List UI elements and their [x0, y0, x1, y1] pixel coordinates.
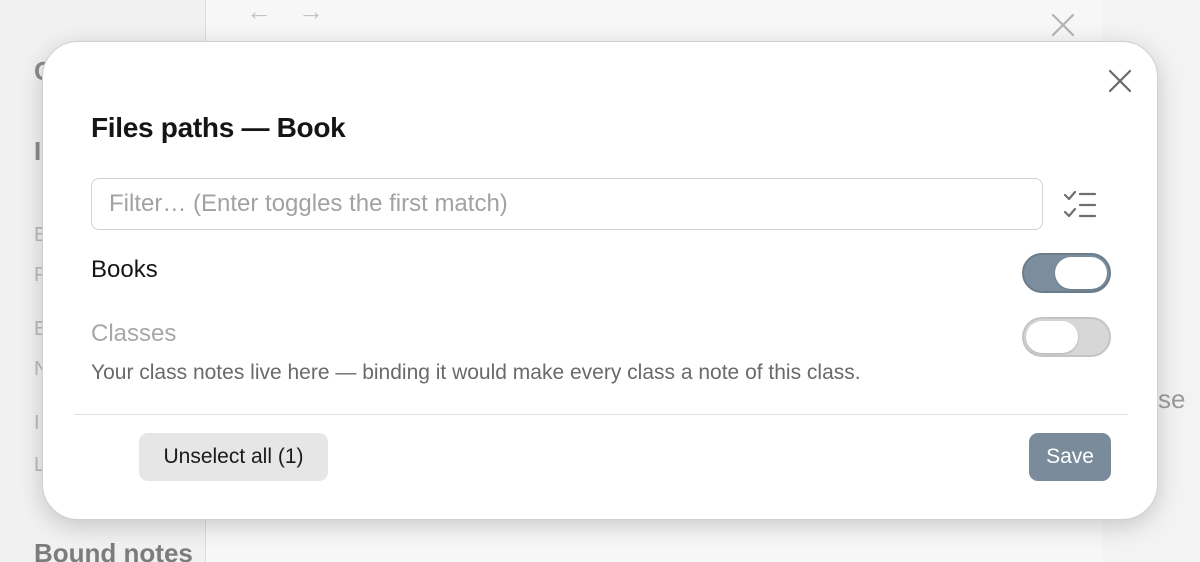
files-paths-dialog: Files paths — Book Books Classes Your cl…: [42, 41, 1158, 520]
toggle-classes[interactable]: [1022, 317, 1111, 357]
background-text: I: [34, 136, 42, 166]
row-description-classes: Your class notes live here — binding it …: [91, 361, 861, 384]
toggle-books[interactable]: [1022, 253, 1111, 293]
arrow-left-icon[interactable]: ←: [246, 0, 272, 24]
background-text: se: [1158, 384, 1186, 414]
checklist-icon[interactable]: [1061, 186, 1099, 224]
background-nav: ← →: [246, 0, 324, 24]
background-text: I: [34, 412, 40, 434]
save-button[interactable]: Save: [1029, 433, 1111, 481]
dialog-title: Files paths — Book: [91, 112, 346, 143]
filter-input[interactable]: [91, 178, 1043, 230]
arrow-right-icon[interactable]: →: [298, 0, 324, 24]
row-label-books: Books: [91, 256, 158, 283]
divider: [74, 414, 1128, 415]
background-heading: Bound notes: [34, 538, 193, 562]
toggle-knob: [1055, 257, 1107, 289]
background-close-icon[interactable]: [1048, 10, 1078, 40]
unselect-all-button[interactable]: Unselect all (1): [139, 433, 328, 481]
toggle-knob: [1026, 321, 1078, 353]
row-label-classes: Classes: [91, 320, 177, 347]
close-icon[interactable]: [1105, 66, 1135, 96]
